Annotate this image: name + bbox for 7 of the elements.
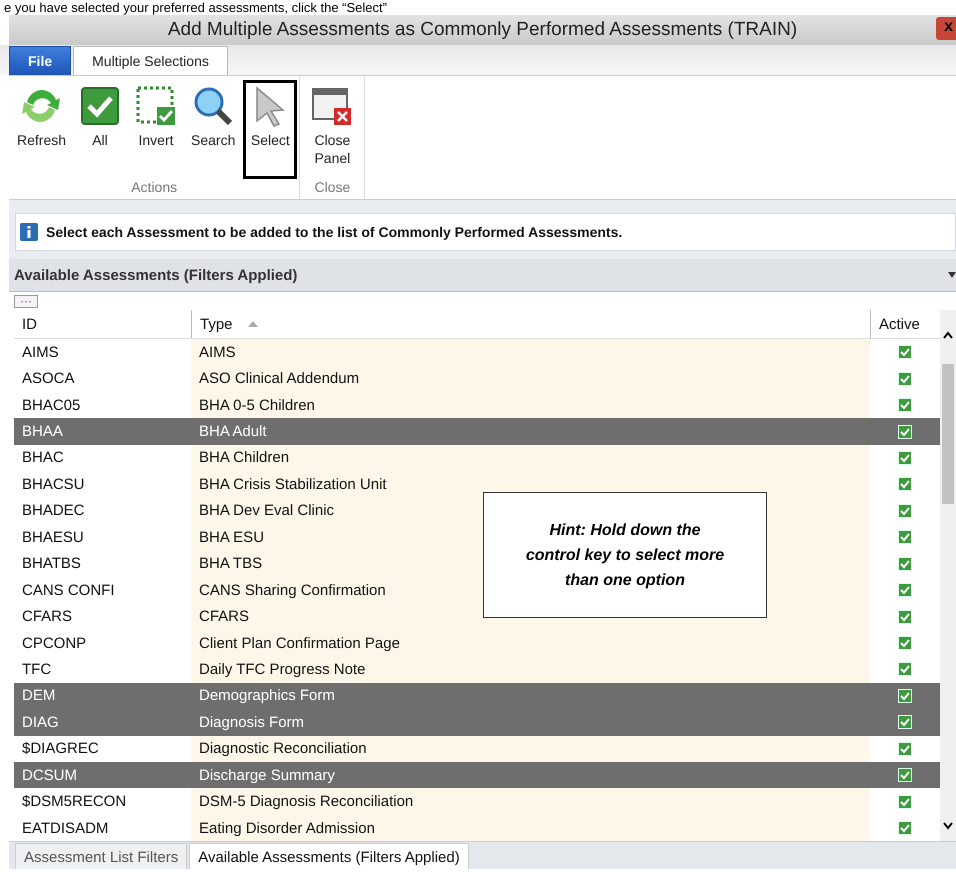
info-text: Select each Assessment to be added to the list of Commonly Performed Assessments. xyxy=(46,224,622,240)
section-title: Available Assessments (Filters Applied) xyxy=(14,266,298,284)
group-label: Actions xyxy=(130,179,178,197)
window-title: Add Multiple Assessments as Commonly Performed Assessments (TRAIN) xyxy=(168,19,798,41)
group-label: Close xyxy=(313,179,352,197)
hint-tooltip: Hint: Hold down the control key to select more than one option xyxy=(483,492,767,618)
caption-text: e you have selected your preferred assessments, click the “Select” xyxy=(4,0,387,15)
